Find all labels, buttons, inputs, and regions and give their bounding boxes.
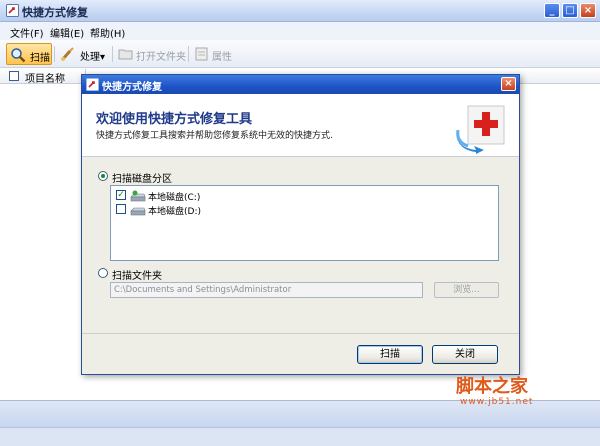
hard-drive-icon	[130, 207, 146, 216]
magnifier-icon	[11, 48, 26, 63]
toolbar-separator	[112, 46, 113, 62]
menu-bar: 文件(F) 编辑(E) 帮助(H)	[0, 22, 600, 40]
browse-button[interactable]: 浏览...	[434, 282, 499, 298]
menu-help[interactable]: 帮助(H)	[90, 25, 125, 40]
close-window-button[interactable]: ×	[580, 3, 596, 18]
toolbar-separator	[188, 46, 189, 62]
scan-folder-radio[interactable]	[98, 268, 108, 278]
toolbar-properties-button[interactable]: 属性	[192, 43, 238, 65]
toolbar-scan-label: 扫描	[30, 53, 50, 64]
toolbar-properties-label: 属性	[212, 52, 232, 63]
repair-dialog: 快捷方式修复 × 欢迎使用快捷方式修复工具 快捷方式修复工具搜索并帮助您修复系统…	[81, 74, 520, 375]
dialog-title-bar: 快捷方式修复 ×	[82, 75, 519, 94]
folder-icon	[118, 49, 133, 60]
drive-c-checkbox[interactable]: ✓	[116, 190, 126, 200]
drive-item-d[interactable]: 本地磁盘(D:)	[116, 203, 316, 217]
toolbar-process-button[interactable]: 处理▾	[58, 43, 110, 65]
scan-folder-label[interactable]: 扫描文件夹	[112, 267, 162, 282]
drive-list: ✓ 本地磁盘(C:) 本地磁盘(D:)	[110, 185, 499, 261]
folder-path-input[interactable]: C:\Documents and Settings\Administrator	[110, 282, 423, 298]
radio-selected-dot	[101, 174, 105, 178]
scan-partition-radio[interactable]	[98, 171, 108, 181]
toolbar-process-label: 处理▾	[80, 52, 106, 63]
hard-drive-icon	[130, 190, 146, 202]
maximize-button[interactable]: □	[562, 3, 578, 18]
watermark-url: www.jb51.net	[460, 397, 534, 407]
toolbar: 扫描 处理▾ 打开文件夹 属性	[0, 40, 600, 68]
footer-separator	[82, 333, 519, 334]
brush-icon	[61, 47, 74, 61]
banner-title: 欢迎使用快捷方式修复工具	[96, 112, 253, 127]
toolbar-separator	[54, 46, 55, 62]
status-bar	[0, 427, 600, 446]
select-all-checkbox[interactable]	[9, 71, 19, 81]
drive-item-c[interactable]: ✓ 本地磁盘(C:)	[116, 189, 316, 203]
menu-file[interactable]: 文件(F)	[10, 25, 44, 40]
app-icon	[6, 4, 19, 17]
toolbar-open-folder-label: 打开文件夹	[136, 52, 186, 63]
scan-partition-label[interactable]: 扫描磁盘分区	[112, 170, 172, 185]
toolbar-scan-button[interactable]: 扫描	[6, 43, 52, 65]
drive-d-label: 本地磁盘(D:)	[148, 207, 201, 217]
main-title-bar: 快捷方式修复 _ □ ×	[0, 0, 600, 22]
dialog-banner: 欢迎使用快捷方式修复工具 快捷方式修复工具搜索并帮助您修复系统中无效的快捷方式.	[82, 94, 519, 157]
minimize-button[interactable]: _	[544, 3, 560, 18]
close-button[interactable]: 关闭	[432, 345, 498, 364]
banner-description: 快捷方式修复工具搜索并帮助您修复系统中无效的快捷方式.	[96, 131, 333, 141]
repair-cross-icon	[456, 105, 505, 154]
window-title: 快捷方式修复	[22, 6, 88, 19]
properties-icon	[195, 47, 208, 61]
drive-c-label: 本地磁盘(C:)	[148, 193, 201, 203]
menu-edit[interactable]: 编辑(E)	[50, 25, 84, 40]
column-header-item-name[interactable]: 项目名称	[25, 70, 65, 85]
dialog-title: 快捷方式修复	[102, 82, 162, 93]
drive-d-checkbox[interactable]	[116, 204, 126, 214]
app-icon	[86, 78, 99, 91]
scan-button[interactable]: 扫描	[357, 345, 423, 364]
dialog-close-button[interactable]: ×	[501, 77, 516, 91]
watermark-logo: 脚本之家	[456, 376, 528, 397]
toolbar-open-folder-button[interactable]: 打开文件夹	[116, 43, 186, 65]
